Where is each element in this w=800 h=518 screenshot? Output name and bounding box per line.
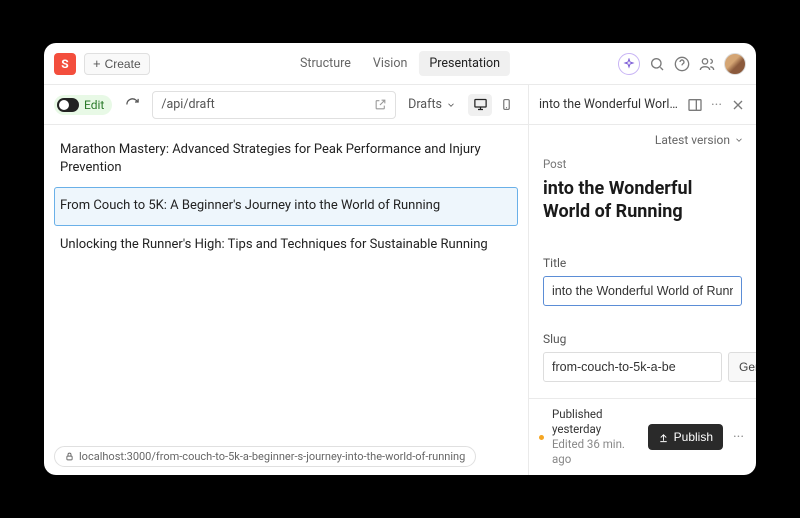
status-pill[interactable]: localhost:3000/from-couch-to-5k-a-beginn… <box>54 446 476 467</box>
version-label: Latest version <box>655 133 730 147</box>
more-icon[interactable]: ··· <box>709 97 724 113</box>
nav-tabs: Structure Vision Presentation <box>290 51 510 76</box>
slug-input[interactable] <box>543 352 722 382</box>
edited-line: Edited 36 min. ago <box>552 437 640 467</box>
body: Edit /api/draft Drafts <box>44 85 756 475</box>
search-icon[interactable] <box>649 56 665 72</box>
app-window: S + Create Structure Vision Presentation <box>44 43 756 475</box>
refresh-button[interactable] <box>120 93 144 117</box>
help-icon[interactable] <box>674 56 690 72</box>
device-toggle <box>468 94 518 116</box>
title-field-label: Title <box>543 256 742 270</box>
upload-icon <box>658 432 669 443</box>
publish-button[interactable]: Publish <box>648 424 723 450</box>
desktop-button[interactable] <box>468 94 492 116</box>
drafts-label: Drafts <box>408 97 442 112</box>
chevron-down-icon <box>446 100 456 110</box>
split-view-icon[interactable] <box>687 97 703 113</box>
doc-type-label: Post <box>543 157 742 171</box>
topbar-right <box>618 53 746 75</box>
list-item[interactable]: Marathon Mastery: Advanced Strategies fo… <box>54 131 518 187</box>
tab-presentation[interactable]: Presentation <box>419 51 510 76</box>
more-icon[interactable]: ··· <box>731 429 746 445</box>
main-pane: Edit /api/draft Drafts <box>44 85 528 475</box>
slug-field-label: Slug <box>543 332 742 346</box>
doc-title: into the Wonderful World of Running <box>543 177 742 224</box>
chevron-down-icon <box>734 135 744 145</box>
status-url: localhost:3000/from-couch-to-5k-a-beginn… <box>79 450 465 463</box>
lock-icon <box>65 452 74 461</box>
edit-toggle[interactable]: Edit <box>54 95 112 115</box>
url-input[interactable]: /api/draft <box>152 91 396 119</box>
publish-status: Published yesterday Edited 36 min. ago <box>552 407 640 467</box>
edit-label: Edit <box>84 98 104 112</box>
avatar[interactable] <box>724 53 746 75</box>
generate-button[interactable]: Generate <box>728 352 756 382</box>
users-icon[interactable] <box>699 56 715 72</box>
version-dropdown[interactable]: Latest version <box>655 133 744 147</box>
create-label: Create <box>105 57 141 71</box>
external-icon[interactable] <box>374 98 387 111</box>
plus-icon: + <box>93 57 101 70</box>
topbar: S + Create Structure Vision Presentation <box>44 43 756 85</box>
panel-header: into the Wonderful World of R... ··· <box>529 85 756 125</box>
mobile-button[interactable] <box>494 94 518 116</box>
slug-row: Generate <box>543 352 742 382</box>
tab-structure[interactable]: Structure <box>290 51 361 76</box>
tab-vision[interactable]: Vision <box>363 51 418 76</box>
status-dot <box>539 435 544 440</box>
toggle-switch <box>57 98 79 112</box>
url-text: /api/draft <box>161 97 214 112</box>
panel-title: into the Wonderful World of R... <box>539 97 681 112</box>
logo[interactable]: S <box>54 53 76 75</box>
panel-footer: Published yesterday Edited 36 min. ago P… <box>529 398 756 475</box>
create-button[interactable]: + Create <box>84 53 150 75</box>
published-line: Published yesterday <box>552 407 640 437</box>
title-input[interactable] <box>543 276 742 306</box>
list-item[interactable]: Unlocking the Runner's High: Tips and Te… <box>54 226 518 264</box>
drafts-dropdown[interactable]: Drafts <box>404 97 460 112</box>
status-bar: localhost:3000/from-couch-to-5k-a-beginn… <box>44 440 528 475</box>
version-row: Latest version <box>529 125 756 151</box>
sparkle-icon[interactable] <box>618 53 640 75</box>
close-icon[interactable] <box>730 97 746 113</box>
preview-content: Marathon Mastery: Advanced Strategies fo… <box>44 125 528 440</box>
side-panel: into the Wonderful World of R... ··· Lat… <box>528 85 756 475</box>
publish-label: Publish <box>674 430 713 444</box>
preview-toolbar: Edit /api/draft Drafts <box>44 85 528 125</box>
panel-body: Post into the Wonderful World of Running… <box>529 151 756 398</box>
list-item[interactable]: From Couch to 5K: A Beginner's Journey i… <box>54 187 518 225</box>
